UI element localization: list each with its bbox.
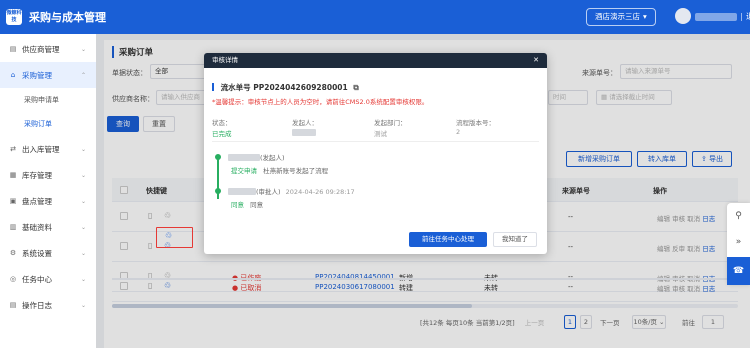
status-value: 已完成 [212,130,232,138]
timeline-role: (发起人) [260,154,285,162]
chevron-down-icon: ⌄ [80,223,86,231]
sidebar-item-label: 基础资料 [22,222,52,232]
sidebar-item-label: 库存管理 [22,170,52,180]
timeline-time: 2024-04-26 09:28:17 [285,188,355,196]
warning-text: *温馨提示：审核节点上的人员为空时，请前往CMS2.0系统配置审核权限。 [212,98,429,106]
task-icon: ◎ [9,275,17,283]
timeline-node-1: (发起人) [228,152,285,162]
sidebar-item-label: 系统设置 [22,248,52,258]
database-icon: ▥ [9,223,17,231]
sidebar-item-label: 盘点管理 [22,196,52,206]
chevron-down-icon: ⌄ [80,275,86,283]
sidebar-item-supplier[interactable]: ▤ 供应商管理 ⌄ [0,36,96,62]
copy-icon[interactable]: ⧉ [353,83,358,92]
store-selector[interactable]: 酒店演示三店 ▾ [586,8,656,26]
chevron-down-icon: ⌄ [80,145,86,153]
sidebar-item-basic-data[interactable]: ▥ 基础资料 ⌄ [0,214,96,240]
sidebar-item-label: 出入库管理 [22,144,60,154]
go-task-center-button[interactable]: 前往任务中心处理 [409,232,487,247]
link-icon[interactable]: ⚲ [727,203,750,229]
sidebar: ▤ 供应商管理 ⌄ ⌂ 采购管理 ⌃ 采购申请单 采购订单 ⇄ 出入库管理 ⌄ … [0,34,96,348]
initiator-masked [292,129,316,136]
acknowledge-button[interactable]: 我知道了 [493,232,537,247]
timeline-comment: 同意 [250,201,264,209]
app-logo: 微鲸科技 [6,9,22,25]
header-separator: | [740,12,743,21]
approver-name-masked [228,188,256,195]
supplier-icon: ▤ [9,45,17,53]
avatar[interactable] [675,8,691,24]
timeline-action: 提交申请 [231,167,257,175]
stocktake-icon: ▣ [9,197,17,205]
chevron-up-icon: ⌃ [80,71,86,79]
serial-number: 流水单号 PP2024042609280001 ⧉ [212,82,359,93]
timeline-node-2: (审批人) 2024-04-26 09:28:17 [228,186,355,196]
chevron-down-icon: ⌄ [80,171,86,179]
chevron-down-icon: ⌄ [80,45,86,53]
close-icon[interactable]: ✕ [533,53,539,68]
serial-label: 流水单号 [220,83,251,92]
sidebar-item-label: 采购管理 [22,70,52,80]
timeline-node-2-detail: 同意 同意 [231,199,263,209]
sidebar-item-stocktake[interactable]: ▣ 盘点管理 ⌄ [0,188,96,214]
transfer-icon: ⇄ [10,145,16,153]
status-label: 状态： [212,119,232,127]
collapse-icon[interactable]: » [727,229,750,255]
sidebar-item-settings[interactable]: ⚙ 系统设置 ⌄ [0,240,96,266]
sidebar-item-logs[interactable]: ▤ 操作日志 ⌄ [0,292,96,318]
logout-button[interactable]: 退出 [746,11,750,22]
log-icon: ▤ [9,301,17,309]
inventory-icon: ▦ [9,171,17,179]
highlight-box [156,227,193,248]
recycle-icon[interactable]: ♲ [165,231,172,240]
store-label: 酒店演示三店 [595,12,640,21]
purchase-icon: ⌂ [10,71,16,79]
username-masked [695,13,737,21]
initiator-label: 发起人： [292,119,318,127]
gear-icon: ⚙ [9,249,17,257]
sidebar-sub-purchase-request[interactable]: 采购申请单 [0,88,96,112]
modal-divider [212,141,539,142]
sidebar-item-label: 供应商管理 [22,44,60,54]
sidebar-item-purchase[interactable]: ⌂ 采购管理 ⌃ [0,62,96,88]
timeline-comment: 杜燕新账号发起了流程 [263,167,329,175]
app-title: 采购与成本管理 [29,11,106,24]
timeline-role: (审批人) [256,188,281,196]
support-icon[interactable]: ☎ [727,257,750,285]
timeline-action: 同意 [231,201,244,209]
modal-title: 审核详情 [212,56,238,64]
sidebar-sub-purchase-order[interactable]: 采购订单 [0,112,96,136]
floating-toolbar: ⚲ » ☎ [727,203,750,285]
version-value: 2 [456,128,461,136]
top-bar: 微鲸科技 采购与成本管理 酒店演示三店 ▾ | 退出 [0,0,750,34]
sidebar-item-label: 操作日志 [22,300,52,310]
chevron-down-icon: ⌄ [80,197,86,205]
serial-accent-bar [212,83,214,91]
chevron-down-icon: ⌄ [80,249,86,257]
modal-header: 审核详情 ✕ [204,53,547,68]
timeline-dot [215,188,221,194]
serial-value: PP2024042609280001 [253,83,348,92]
initiator-name-masked [228,154,260,161]
sidebar-item-inout[interactable]: ⇄ 出入库管理 ⌄ [0,136,96,162]
chevron-down-icon: ⌄ [80,301,86,309]
chevron-down-icon: ▾ [643,12,647,21]
dept-value: 测试 [374,130,387,138]
timeline-node-1-detail: 提交申请 杜燕新账号发起了流程 [231,165,328,175]
version-label: 流程版本号： [456,119,495,127]
sidebar-item-inventory[interactable]: ▦ 库存管理 ⌄ [0,162,96,188]
sidebar-item-label: 任务中心 [22,274,52,284]
sidebar-item-task-center[interactable]: ◎ 任务中心 ⌄ [0,266,96,292]
audit-detail-modal: 审核详情 ✕ 流水单号 PP2024042609280001 ⧉ *温馨提示：审… [204,53,547,254]
timeline-dot [215,154,221,160]
dept-label: 发起部门： [374,119,407,127]
